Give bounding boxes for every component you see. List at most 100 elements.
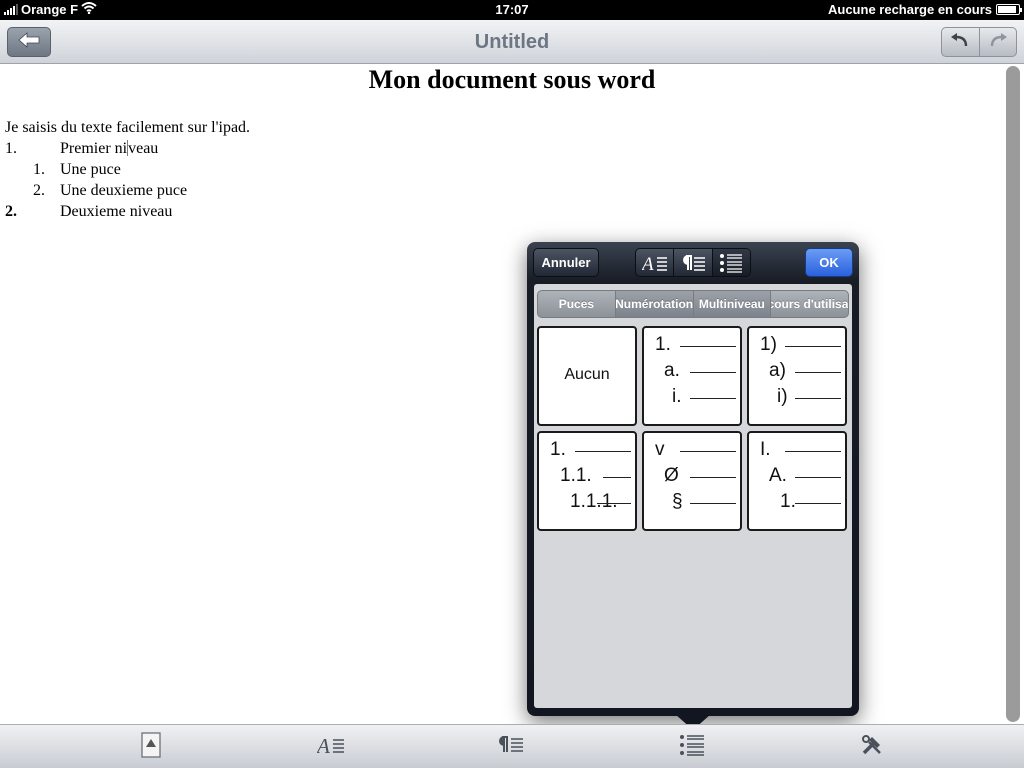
cancel-button[interactable]: Annuler <box>533 248 599 277</box>
list-level-row: 1.1.1. <box>539 491 635 515</box>
document-button[interactable] <box>131 731 171 763</box>
tab-paragraph-format[interactable] <box>673 249 711 276</box>
battery-icon <box>996 4 1022 15</box>
status-bar: Orange F 17:07 Aucune recharge en cours <box>0 0 1024 20</box>
tab-list-format[interactable] <box>711 249 750 276</box>
list-level-line <box>690 372 736 373</box>
list-level-label: 1. <box>780 491 796 512</box>
undo-redo-control <box>941 27 1017 57</box>
list-level-line <box>597 503 631 504</box>
svg-text:A: A <box>642 254 654 273</box>
list-level-label: 1.1.1. <box>570 491 618 512</box>
tab-numerotation[interactable]: Numérotation <box>614 291 693 317</box>
list-format-button[interactable] <box>672 731 712 763</box>
list-level-row: i) <box>749 386 845 410</box>
redo-button[interactable] <box>978 28 1017 56</box>
list-type-tabs: Puces Numérotation Multiniveau En cours … <box>537 290 849 318</box>
list-level-row: I. <box>749 439 845 463</box>
list-level-line <box>785 346 841 347</box>
list-level-label: § <box>672 491 683 512</box>
list-level-label: a) <box>769 360 786 381</box>
list-level-line <box>690 503 736 504</box>
list-level-label: v <box>655 439 665 460</box>
ok-button[interactable]: OK <box>805 248 853 277</box>
undo-button[interactable] <box>942 28 979 56</box>
list-number: 2. <box>33 182 45 199</box>
list-style-none-label: Aucun <box>564 366 610 383</box>
list-format-icon <box>713 252 750 274</box>
tab-puces[interactable]: Puces <box>538 291 615 317</box>
list-level-row: v <box>644 439 740 463</box>
list-number: 2. <box>5 203 17 220</box>
format-segmented-control: A <box>635 248 751 277</box>
list-level-label: 1) <box>760 334 777 355</box>
list-style-option[interactable]: I. A. 1. <box>747 431 847 531</box>
list-level-row: § <box>644 491 740 515</box>
undo-icon <box>942 28 979 56</box>
list-style-option[interactable]: 1) a) i) <box>747 326 847 426</box>
list-level-label: a. <box>664 360 680 381</box>
list-level-line <box>795 477 841 478</box>
list-style-option[interactable]: 1. a. i. <box>642 326 742 426</box>
character-format-button[interactable]: A <box>311 731 351 763</box>
list-level-row: 1.1. <box>539 465 635 489</box>
list-level-line <box>680 451 736 452</box>
list-format-icon <box>679 733 705 762</box>
paragraph-format-button[interactable] <box>491 731 531 763</box>
navigation-bar: Untitled <box>0 20 1024 64</box>
list-style-option[interactable]: Aucun <box>537 326 637 426</box>
list-level-label: 1. <box>655 334 671 355</box>
list-level-row: a. <box>644 360 740 384</box>
paragraph-format-icon <box>497 734 525 761</box>
list-level-label: Ø <box>664 465 679 486</box>
list-level-line <box>795 503 841 504</box>
list-level-row: 1. <box>644 334 740 358</box>
document-heading: Mon document sous word <box>368 65 656 94</box>
list-level-line <box>795 398 841 399</box>
list-level-line <box>575 451 631 452</box>
tab-en-cours[interactable]: En cours d'utilisation <box>770 291 848 317</box>
list-item-text: Une deuxieme puce <box>60 182 188 199</box>
tools-button[interactable] <box>852 731 892 763</box>
list-number: 1. <box>33 161 45 178</box>
list-level-line <box>603 477 631 478</box>
list-level-row: Ø <box>644 465 740 489</box>
battery-status-label: Aucune recharge en cours <box>828 2 992 17</box>
tools-icon <box>861 734 883 761</box>
list-level-label: I. <box>760 439 771 460</box>
redo-icon <box>980 28 1017 56</box>
list-level-line <box>785 451 841 452</box>
character-format-icon: A <box>636 253 673 273</box>
list-item-text-end: veau <box>128 140 159 157</box>
list-item-text: Deuxieme niveau <box>60 203 173 220</box>
list-level-line <box>795 372 841 373</box>
tab-character-format[interactable]: A <box>636 249 673 276</box>
list-style-option[interactable]: 1. 1.1. 1.1.1. <box>537 431 637 531</box>
list-number: 1. <box>5 140 17 157</box>
list-style-panel: Puces Numérotation Multiniveau En cours … <box>534 284 852 708</box>
list-level-row: 1. <box>539 439 635 463</box>
vertical-scrollbar[interactable] <box>1006 66 1020 722</box>
tab-multiniveau[interactable]: Multiniveau <box>692 291 771 317</box>
list-level-line <box>690 398 736 399</box>
character-format-icon: A <box>315 734 345 761</box>
document-paragraph: Je saisis du texte facilement sur l'ipad… <box>5 119 251 136</box>
list-level-line <box>690 477 736 478</box>
document-icon <box>141 731 161 763</box>
list-level-label: 1. <box>550 439 566 460</box>
list-style-option[interactable]: v Ø § <box>642 431 742 531</box>
svg-text:A: A <box>317 734 330 756</box>
list-item-text: Premier niveau <box>60 140 158 158</box>
battery-level <box>998 6 1016 13</box>
list-item-text: Une puce <box>60 161 121 178</box>
list-level-label: i) <box>777 386 788 407</box>
list-level-row: 1) <box>749 334 845 358</box>
document-title: Untitled <box>474 31 550 53</box>
paragraph-format-icon <box>674 253 711 273</box>
list-level-row: A. <box>749 465 845 489</box>
list-format-popover: Annuler A OK Puces Numérotation Multiniv… <box>527 242 859 730</box>
bottom-toolbar: A <box>0 724 1024 768</box>
list-level-label: A. <box>769 465 787 486</box>
list-level-line <box>680 346 736 347</box>
list-level-label: 1.1. <box>560 465 592 486</box>
